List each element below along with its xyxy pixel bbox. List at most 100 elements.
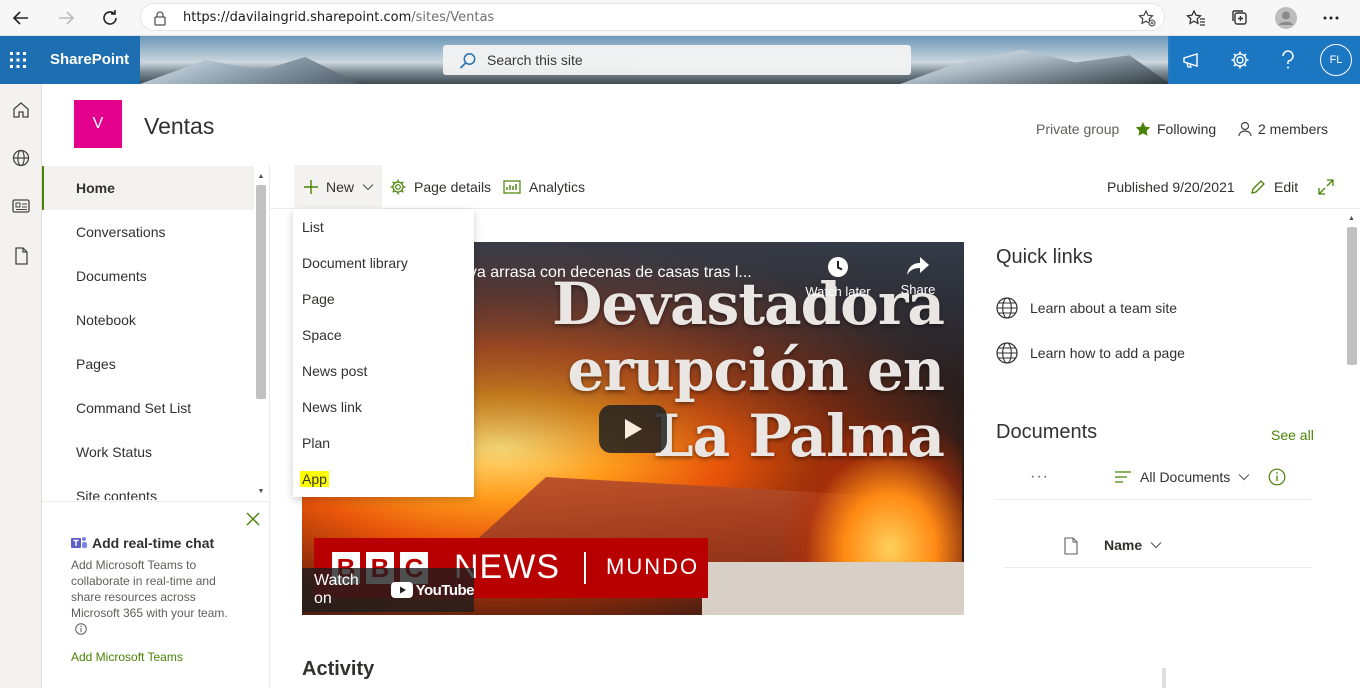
edit-button[interactable]: Edit: [1250, 165, 1298, 209]
new-menu: List Document library Page Space News po…: [293, 209, 474, 497]
app-launcher-icon[interactable]: [0, 36, 36, 84]
star-icon: [1135, 122, 1151, 136]
edit-icon: [1251, 180, 1265, 194]
lock-icon: [153, 10, 167, 26]
nav-item-home[interactable]: Home: [42, 166, 254, 210]
privacy-label: Private group: [1036, 121, 1120, 137]
published-date: Published 9/20/2021: [1107, 179, 1235, 195]
avatar[interactable]: FL: [1320, 44, 1352, 76]
globe-icon[interactable]: [9, 146, 33, 170]
search-icon: [459, 52, 477, 70]
play-button[interactable]: [599, 405, 667, 453]
analytics-button[interactable]: Analytics: [503, 165, 585, 209]
bbc-mundo-text: MUNDO: [606, 554, 700, 579]
menu-item-plan[interactable]: Plan: [293, 425, 474, 461]
home-icon[interactable]: [9, 98, 33, 122]
menu-item-document-library[interactable]: Document library: [293, 245, 474, 281]
page-scrollbar[interactable]: ▲: [1344, 211, 1360, 688]
site-logo[interactable]: V: [74, 100, 122, 148]
quick-link-item[interactable]: Learn about a team site: [996, 296, 1177, 320]
scroll-up-icon[interactable]: ▲: [256, 173, 266, 181]
chevron-down-icon: [1238, 474, 1250, 481]
info-icon[interactable]: [75, 623, 87, 635]
profile-icon[interactable]: [1274, 6, 1298, 30]
menu-item-news-link[interactable]: News link: [293, 389, 474, 425]
analytics-icon: [503, 180, 521, 194]
documents-toolbar: ··· All Documents: [996, 462, 1311, 500]
scrollbar-thumb[interactable]: [1347, 227, 1357, 365]
browser-toolbar: https://davilaingrid.sharepoint.com/site…: [0, 0, 1360, 36]
video-headline: erupción en: [567, 336, 945, 404]
left-navigation: Home Conversations Documents Notebook Pa…: [42, 165, 270, 688]
menu-item-app[interactable]: App: [293, 461, 474, 497]
following-button[interactable]: Following: [1135, 121, 1216, 137]
person-icon: [1238, 121, 1252, 137]
members-button[interactable]: 2 members: [1238, 121, 1328, 137]
divider: [584, 552, 586, 584]
megaphone-icon[interactable]: [1180, 48, 1204, 72]
file-type-icon[interactable]: [1064, 537, 1078, 555]
gear-icon: [390, 179, 406, 195]
nav-item-pages[interactable]: Pages: [42, 342, 254, 386]
nav-item-notebook[interactable]: Notebook: [42, 298, 254, 342]
add-microsoft-teams-link[interactable]: Add Microsoft Teams: [71, 650, 183, 664]
close-icon[interactable]: [246, 512, 260, 526]
search-input[interactable]: Search this site: [487, 52, 583, 68]
scroll-down-icon[interactable]: ▼: [256, 488, 266, 496]
app-rail: [0, 84, 42, 688]
list-view-icon: [1115, 471, 1131, 483]
search-box[interactable]: Search this site: [443, 45, 911, 75]
back-icon[interactable]: [9, 6, 33, 30]
sharepoint-brand[interactable]: SharePoint: [50, 51, 129, 68]
gear-icon[interactable]: [1228, 48, 1252, 72]
name-column-header[interactable]: Name: [1104, 537, 1162, 553]
play-icon: [625, 419, 642, 439]
view-selector[interactable]: All Documents: [1114, 469, 1250, 485]
chevron-down-icon: [362, 184, 374, 191]
expand-icon[interactable]: [1318, 165, 1334, 209]
nav-item-documents[interactable]: Documents: [42, 254, 254, 298]
globe-icon: [996, 297, 1018, 319]
address-bar[interactable]: https://davilaingrid.sharepoint.com/site…: [140, 3, 1165, 31]
page-details-button[interactable]: Page details: [390, 165, 491, 209]
forward-icon[interactable]: [54, 6, 78, 30]
refresh-icon[interactable]: [98, 6, 122, 30]
teams-card-title: Add real-time chat: [70, 535, 214, 551]
new-button[interactable]: New: [294, 165, 382, 209]
watch-later-button[interactable]: Watch later: [803, 256, 873, 299]
menu-item-list[interactable]: List: [293, 209, 474, 245]
scroll-up-icon[interactable]: ▲: [1348, 215, 1355, 222]
menu-item-page[interactable]: Page: [293, 281, 474, 317]
menu-item-space[interactable]: Space: [293, 317, 474, 353]
info-icon[interactable]: [1268, 468, 1286, 486]
favorites-icon[interactable]: [1184, 6, 1208, 30]
scrollbar-thumb[interactable]: [256, 185, 266, 399]
nav-item-command-set-list[interactable]: Command Set List: [42, 386, 254, 430]
documents-heading: Documents: [996, 421, 1098, 443]
share-button[interactable]: Share: [883, 256, 953, 297]
globe-icon: [996, 342, 1018, 364]
document-icon[interactable]: [9, 244, 33, 268]
share-icon: [883, 256, 953, 276]
nav-item-work-status[interactable]: Work Status: [42, 430, 254, 474]
teams-icon: [71, 537, 87, 548]
news-icon[interactable]: [9, 194, 33, 218]
see-all-link[interactable]: See all: [1271, 427, 1314, 443]
nav-item-conversations[interactable]: Conversations: [42, 210, 254, 254]
activity-heading: Activity: [302, 658, 375, 680]
help-icon[interactable]: [1276, 48, 1300, 72]
nav-scrollbar[interactable]: ▲ ▼: [254, 173, 266, 503]
column-divider: [1162, 668, 1166, 688]
nav-item-site-contents[interactable]: Site contents: [42, 474, 254, 500]
quick-link-item[interactable]: Learn how to add a page: [996, 341, 1185, 365]
more-options-button[interactable]: ···: [1030, 468, 1049, 486]
url-text: https://davilaingrid.sharepoint.com/site…: [183, 10, 495, 25]
menu-item-news-post[interactable]: News post: [293, 353, 474, 389]
chevron-down-icon: [1150, 542, 1162, 549]
more-icon[interactable]: [1319, 6, 1343, 30]
site-title[interactable]: Ventas: [144, 113, 214, 140]
collections-icon[interactable]: [1228, 6, 1252, 30]
documents-column-header: Name: [1004, 527, 1311, 568]
watch-on-youtube-button[interactable]: Watch on YouTube: [302, 568, 475, 612]
add-favorite-icon[interactable]: [1138, 9, 1156, 27]
